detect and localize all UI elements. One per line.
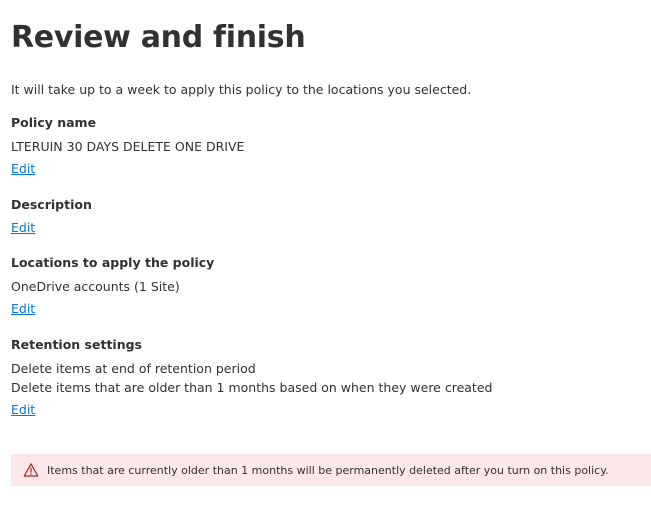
page-title: Review and finish (11, 20, 306, 55)
warning-icon (23, 462, 39, 478)
policy-name-section: Policy name LTERUIN 30 DAYS DELETE ONE D… (11, 114, 244, 178)
edit-locations-link[interactable]: Edit (11, 300, 35, 318)
locations-section: Locations to apply the policy OneDrive a… (11, 254, 214, 318)
retention-setting-line: Delete items that are older than 1 month… (11, 380, 493, 395)
warning-banner: Items that are currently older than 1 mo… (11, 454, 651, 486)
review-and-finish-page: Review and finish It will take up to a w… (0, 0, 651, 519)
warning-text: Items that are currently older than 1 mo… (47, 463, 609, 477)
intro-text: It will take up to a week to apply this … (11, 82, 472, 97)
edit-policy-name-link[interactable]: Edit (11, 160, 35, 178)
description-section: Description Edit (11, 196, 92, 237)
policy-name-value: LTERUIN 30 DAYS DELETE ONE DRIVE (11, 139, 245, 154)
description-label: Description (11, 197, 92, 212)
locations-value: OneDrive accounts (1 Site) (11, 279, 180, 294)
retention-settings-section: Retention settings Delete items at end o… (11, 336, 492, 419)
retention-settings-label: Retention settings (11, 337, 142, 352)
policy-name-label: Policy name (11, 115, 97, 130)
retention-setting-line: Delete items at end of retention period (11, 361, 256, 376)
edit-retention-settings-link[interactable]: Edit (11, 401, 35, 419)
edit-description-link[interactable]: Edit (11, 219, 35, 237)
locations-label: Locations to apply the policy (11, 255, 215, 270)
